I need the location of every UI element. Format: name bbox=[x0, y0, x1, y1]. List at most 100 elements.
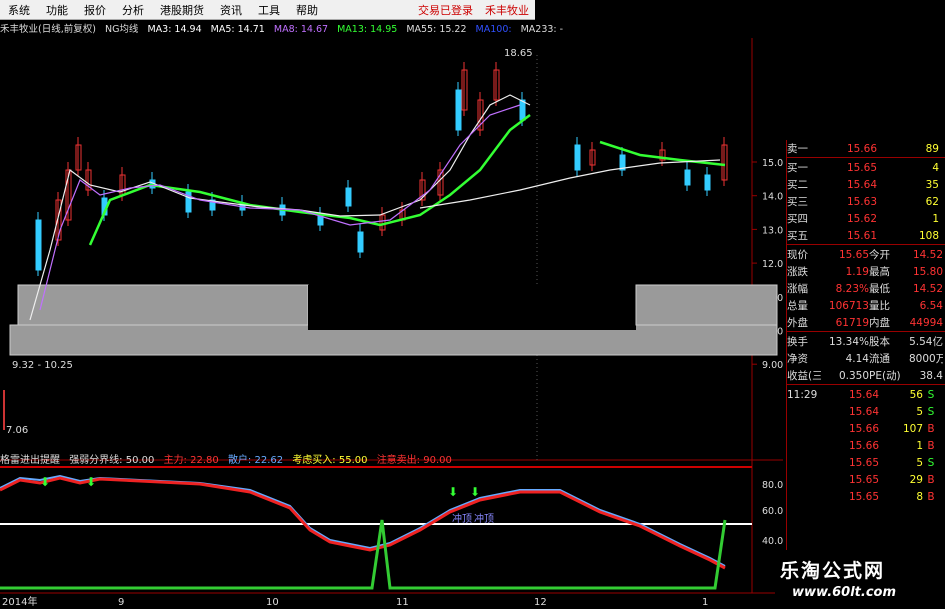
tick-price: 15.66 bbox=[848, 439, 879, 452]
buy-row[interactable]: 买五 15.61 108 bbox=[787, 227, 945, 244]
tick-row[interactable]: 15.66 107 B bbox=[787, 420, 945, 437]
candle-body bbox=[519, 99, 526, 121]
price-axis-label: 9.00 bbox=[762, 360, 783, 371]
quote-price: 15.66 bbox=[846, 142, 877, 155]
price-axis-label: 12.00 bbox=[762, 259, 783, 270]
tick-row[interactable]: 11:29 15.64 56 S bbox=[787, 386, 945, 403]
stat-row[interactable]: 涨幅 8.23% 最低 14.52 bbox=[787, 280, 945, 297]
stat-label: 内盘 bbox=[869, 317, 890, 329]
tick-flag: B bbox=[927, 422, 935, 435]
quote-price: 15.62 bbox=[846, 212, 877, 225]
candle-body bbox=[684, 169, 691, 186]
stat-row[interactable]: 总量 106713 量比 6.54 bbox=[787, 297, 945, 314]
tick-flag: S bbox=[927, 388, 935, 401]
tick-price: 15.66 bbox=[848, 422, 879, 435]
menu-analysis[interactable]: 分析 bbox=[114, 2, 152, 18]
stat-row[interactable]: 现价 15.65 今开 14.52 bbox=[787, 246, 945, 263]
tick-row[interactable]: 15.64 5 S bbox=[787, 403, 945, 420]
quote-label: 买二 bbox=[787, 179, 808, 191]
buy-arrow-icon: ⬇ bbox=[448, 485, 458, 499]
overlay-band bbox=[17, 284, 309, 326]
tick-row[interactable]: 15.65 29 B bbox=[787, 471, 945, 488]
quote-label: 卖一 bbox=[787, 143, 808, 155]
stat-label: PE(动) bbox=[869, 370, 901, 382]
quote-price: 15.65 bbox=[846, 161, 877, 174]
stat-row[interactable]: 收益(三) 0.350PE(动) 38.4 bbox=[787, 367, 945, 384]
menu-function[interactable]: 功能 bbox=[38, 2, 76, 18]
menu-tools[interactable]: 工具 bbox=[250, 2, 288, 18]
menu-help[interactable]: 帮助 bbox=[288, 2, 326, 18]
candles bbox=[35, 62, 728, 276]
stat-row[interactable]: 外盘 61719 内盘 44994 bbox=[787, 314, 945, 331]
kline-chart[interactable]: 15.0014.0013.0012.0011.0010.009.00 18.65… bbox=[0, 20, 783, 466]
tick-row[interactable]: 15.65 5 S bbox=[787, 454, 945, 471]
watermark-url: www.60lt.com bbox=[792, 585, 897, 600]
menu-hk-futures[interactable]: 港股期货 bbox=[152, 2, 212, 18]
chongding-label: 冲顶 bbox=[474, 512, 494, 525]
tick-row[interactable]: 15.65 8 B bbox=[787, 488, 945, 505]
quote-label: 买四 bbox=[787, 213, 808, 225]
login-status[interactable]: 交易已登录 bbox=[412, 2, 479, 18]
buy-row[interactable]: 买二 15.64 35 bbox=[787, 176, 945, 193]
stat-value: 14.52 bbox=[912, 248, 943, 261]
stat-value: 4.14 bbox=[845, 352, 869, 365]
tick-volume: 5 bbox=[916, 456, 923, 469]
quote-price: 15.64 bbox=[846, 178, 877, 191]
buy-arrow-icon: ⬇ bbox=[86, 475, 96, 489]
tick-time: 11:29 bbox=[787, 388, 818, 401]
quote-volume: 108 bbox=[918, 229, 939, 242]
tick-row[interactable]: 15.66 1 B bbox=[787, 437, 945, 454]
price-axis-label: 13.00 bbox=[762, 225, 783, 236]
date-label: 11 bbox=[396, 597, 409, 608]
indicator-chart[interactable]: 80.00 60.00 40.00 ⬇ ⬇ ⬇ ⬇ 冲顶 冲顶 2014年 9 … bbox=[0, 448, 783, 609]
candle-body bbox=[357, 231, 364, 253]
buy-row[interactable]: 买四 15.62 1 bbox=[787, 210, 945, 227]
menu-system[interactable]: 系统 bbox=[0, 2, 38, 18]
stat-label: 量比 bbox=[869, 300, 890, 312]
stat-row[interactable]: 涨跌 1.19 最高 15.80 bbox=[787, 263, 945, 280]
stat-label: 净资 bbox=[787, 353, 808, 365]
buy-arrow-icon: ⬇ bbox=[470, 485, 480, 499]
signal-line bbox=[0, 519, 727, 590]
buy-row[interactable]: 买一 15.65 4 bbox=[787, 159, 945, 176]
stat-label: 现价 bbox=[787, 249, 808, 261]
retail-line bbox=[0, 474, 726, 567]
stat-value: 8.23% bbox=[835, 282, 869, 295]
quote-label: 买三 bbox=[787, 196, 808, 208]
stat-label: 换手 bbox=[787, 336, 808, 348]
sell-row[interactable]: 卖一 15.66 89 bbox=[787, 140, 945, 157]
stat-value: 38.4 bbox=[919, 369, 943, 382]
date-label: 1 bbox=[702, 597, 708, 608]
stat-label: 涨幅 bbox=[787, 283, 808, 295]
quote-label: 买五 bbox=[787, 230, 808, 242]
quote-panel: 卖一 15.66 89 买一 15.65 4 买二 15.64 35 买三 15.63 62 买… bbox=[786, 140, 945, 609]
candle-body bbox=[455, 89, 462, 131]
tick-flag: B bbox=[927, 439, 935, 452]
stat-label: 今开 bbox=[869, 249, 890, 261]
quote-volume: 35 bbox=[925, 178, 939, 191]
stat-value: 14.52 bbox=[912, 282, 943, 295]
stat-row[interactable]: 换手 13.34% 股本 5.54亿 bbox=[787, 333, 945, 350]
low-label: 7.06 bbox=[6, 425, 28, 436]
stat-value: 15.65 bbox=[838, 248, 869, 261]
stat-label: 最高 bbox=[869, 266, 890, 278]
menu-news[interactable]: 资讯 bbox=[212, 2, 250, 18]
overlay-gap bbox=[308, 285, 636, 330]
stat-value: 61719 bbox=[835, 316, 869, 329]
tick-price: 15.65 bbox=[848, 456, 879, 469]
ind-axis-label: 60.00 bbox=[762, 506, 783, 517]
date-label: 10 bbox=[266, 597, 279, 608]
quote-volume: 62 bbox=[925, 195, 939, 208]
stat-label: 股本 bbox=[869, 336, 890, 348]
stat-value: 6.54 bbox=[919, 299, 943, 312]
watermark-title: 乐淘公式网 bbox=[780, 560, 886, 582]
candle-body bbox=[345, 187, 352, 207]
menu-quote[interactable]: 报价 bbox=[76, 2, 114, 18]
stat-row[interactable]: 净资 4.14 流通 8000万 bbox=[787, 350, 945, 367]
tick-volume: 5 bbox=[916, 405, 923, 418]
date-label: 9 bbox=[118, 597, 124, 608]
quote-volume: 1 bbox=[932, 212, 939, 225]
tick-volume: 29 bbox=[909, 473, 923, 486]
tick-volume: 107 bbox=[902, 422, 923, 435]
buy-row[interactable]: 买三 15.63 62 bbox=[787, 193, 945, 210]
